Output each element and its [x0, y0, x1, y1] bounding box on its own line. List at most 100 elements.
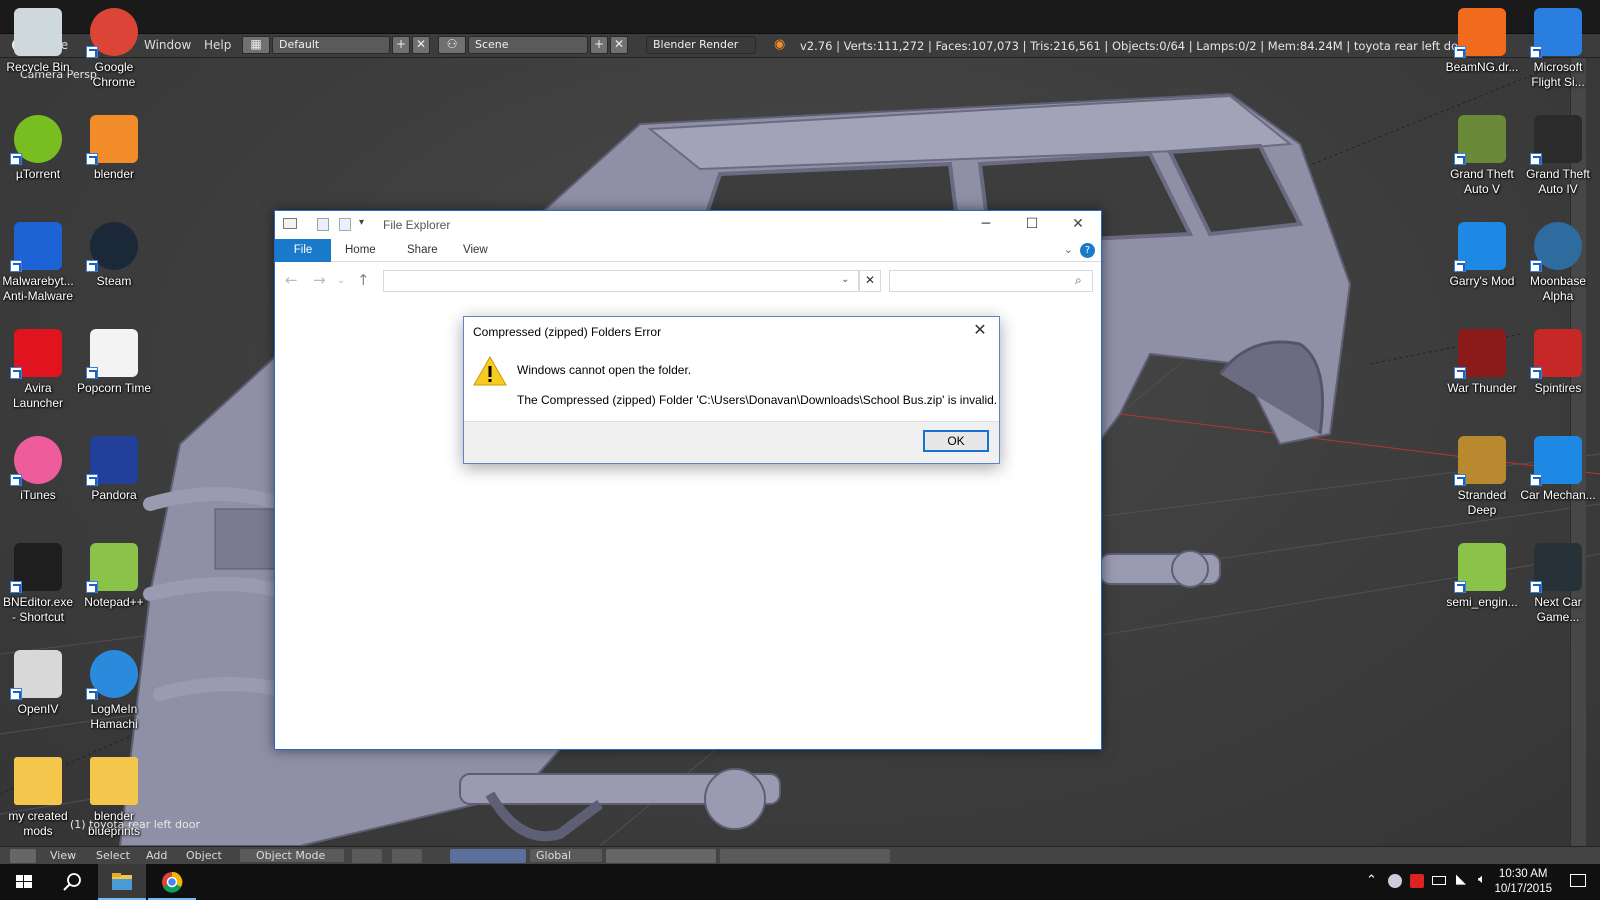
desktop-icon-itunes[interactable]: iTunes	[0, 436, 76, 503]
desktop-icon-label: semi_engin...	[1446, 595, 1518, 609]
desktop-icon-beamng[interactable]: BeamNG.dr...	[1444, 8, 1520, 75]
show-hidden-icons-icon[interactable]: ⌃	[1366, 873, 1377, 888]
desktop-icon-label: Stranded Deep	[1457, 488, 1507, 517]
desktop-icon-pandora[interactable]: Pandora	[76, 436, 152, 503]
blender-logo-icon: ◉	[774, 37, 786, 52]
search-input[interactable]	[889, 270, 1093, 292]
action-center-icon[interactable]	[1570, 874, 1586, 887]
desktop-icon-flight-sim[interactable]: Microsoft Flight Si...	[1520, 8, 1596, 90]
forward-arrow-icon[interactable]: →	[313, 271, 326, 289]
expand-ribbon-icon[interactable]: ⌄	[1064, 243, 1073, 256]
taskbar-chrome[interactable]	[148, 864, 196, 900]
desktop-icon-semi-engine[interactable]: semi_engin...	[1444, 543, 1520, 610]
volume-tray-icon[interactable]: 🔈︎	[1478, 872, 1486, 887]
recent-locations-icon[interactable]: ⌄	[337, 275, 345, 286]
desktop-icon-moonbase[interactable]: Moonbase Alpha	[1520, 222, 1596, 304]
desktop-icon-folder[interactable]: my created mods	[0, 757, 76, 839]
scene-remove-button[interactable]: ✕	[610, 36, 628, 54]
pandora-icon	[86, 436, 138, 486]
taskbar-file-explorer[interactable]	[98, 864, 146, 900]
magnifier-icon	[63, 873, 81, 891]
orientation-select[interactable]: Global	[530, 849, 602, 862]
menu-select[interactable]: Select	[96, 849, 130, 862]
desktop-icon-notepadpp[interactable]: Notepad++	[76, 543, 152, 610]
start-button[interactable]	[0, 864, 48, 900]
tab-share[interactable]: Share	[407, 239, 438, 262]
editor-type-icon[interactable]	[10, 849, 36, 863]
dialog-close-button[interactable]: ✕	[967, 319, 993, 343]
menu-object[interactable]: Object	[186, 849, 222, 862]
desktop-icon-hamachi[interactable]: LogMeIn Hamachi	[76, 650, 152, 732]
explorer-titlebar[interactable]: ▾ File Explorer ─ ☐ ✕	[275, 211, 1101, 239]
network-tray-icon[interactable]: ◣	[1456, 872, 1466, 887]
tab-view[interactable]: View	[463, 239, 488, 262]
close-button[interactable]: ✕	[1055, 211, 1101, 239]
battery-tray-icon[interactable]	[1432, 876, 1446, 885]
new-folder-quick-icon[interactable]	[339, 218, 351, 231]
search-taskbar-button[interactable]	[48, 864, 96, 900]
desktop-icon-stranded-deep[interactable]: Stranded Deep	[1444, 436, 1520, 518]
manipulator-buttons[interactable]	[450, 849, 526, 863]
back-arrow-icon[interactable]: ←	[285, 271, 298, 289]
desktop-icon-bneditor[interactable]: BNEditor.exe - Shortcut	[0, 543, 76, 625]
layout-add-button[interactable]: +	[392, 36, 410, 54]
layer-buttons[interactable]	[606, 849, 716, 863]
dialog-title: Compressed (zipped) Folders Error	[473, 325, 662, 339]
mode-select[interactable]: Object Mode	[240, 849, 344, 862]
layout-selector-icon[interactable]: ▦	[242, 36, 270, 54]
folder-icon	[14, 757, 62, 805]
desktop-icon-malwarebytes[interactable]: Malwarebyt... Anti-Malware	[0, 222, 76, 304]
render-engine-select[interactable]: Blender Render	[646, 36, 756, 54]
minimize-button[interactable]: ─	[963, 211, 1009, 239]
maximize-button[interactable]: ☐	[1009, 211, 1055, 239]
desktop-icon-openiv[interactable]: OpenIV	[0, 650, 76, 717]
tab-file[interactable]: File	[275, 239, 331, 262]
desktop-icon-avira[interactable]: Avira Launcher	[0, 329, 76, 411]
desktop-icon-recycle-bin[interactable]: Recycle Bin	[0, 8, 76, 75]
scene-add-button[interactable]: +	[590, 36, 608, 54]
desktop-icon-spintires[interactable]: Spintires	[1520, 329, 1596, 396]
shortcut-arrow-icon	[86, 153, 98, 165]
address-dropdown-icon[interactable]: ⌄	[841, 274, 849, 285]
address-bar[interactable]	[383, 270, 859, 292]
shading-select[interactable]	[352, 849, 382, 863]
desktop-icon-next-car-game[interactable]: Next Car Game...	[1520, 543, 1596, 625]
dialog-detail: The Compressed (zipped) Folder 'C:\Users…	[517, 393, 998, 407]
scene-selector-icon[interactable]: ⚇	[438, 36, 466, 54]
desktop-icon-car-mechanic[interactable]: Car Mechan...	[1520, 436, 1596, 503]
help-icon[interactable]: ?	[1080, 243, 1095, 258]
up-arrow-icon[interactable]: ↑	[357, 271, 370, 289]
ok-button[interactable]: OK	[923, 430, 989, 452]
properties-quick-icon[interactable]	[317, 218, 329, 231]
desktop-icon-warthunder[interactable]: War Thunder	[1444, 329, 1520, 396]
blender-info-header	[0, 0, 1600, 34]
steam-tray-icon[interactable]	[1388, 874, 1402, 888]
explorer-title: File Explorer	[383, 218, 451, 232]
desktop-icon-folder[interactable]: blender blueprints	[76, 757, 152, 839]
desktop-icon-gta4[interactable]: Grand Theft Auto IV	[1520, 115, 1596, 197]
shortcut-arrow-icon	[86, 46, 98, 58]
desktop-icon-utorrent[interactable]: µTorrent	[0, 115, 76, 182]
menu-view[interactable]: View	[50, 849, 76, 862]
system-clock[interactable]: 10:30 AM 10/17/2015	[1494, 867, 1552, 897]
avira-tray-icon[interactable]	[1410, 874, 1424, 888]
address-clear-button[interactable]: ✕	[859, 270, 881, 292]
desktop-icon-popcorn[interactable]: Popcorn Time	[76, 329, 152, 396]
customize-quick-access-icon[interactable]: ▾	[359, 217, 364, 228]
desktop-icon-garrysmod[interactable]: Garry's Mod	[1444, 222, 1520, 289]
snap-tools[interactable]	[720, 849, 890, 863]
desktop-icon-label: Next Car Game...	[1534, 595, 1582, 624]
layout-name-field[interactable]: Default	[272, 36, 390, 54]
scene-name-field[interactable]: Scene	[468, 36, 588, 54]
menu-add[interactable]: Add	[146, 849, 167, 862]
layout-remove-button[interactable]: ✕	[412, 36, 430, 54]
desktop-icon-steam[interactable]: Steam	[76, 222, 152, 289]
itunes-icon	[10, 436, 62, 486]
menu-help[interactable]: Help	[204, 38, 231, 52]
desktop-icon-blender[interactable]: blender	[76, 115, 152, 182]
desktop-icon-label: Garry's Mod	[1449, 274, 1515, 288]
pivot-select[interactable]	[392, 849, 422, 863]
tab-home[interactable]: Home	[345, 239, 376, 262]
desktop-icon-chrome[interactable]: Google Chrome	[76, 8, 152, 90]
desktop-icon-gta5[interactable]: Grand Theft Auto V	[1444, 115, 1520, 197]
